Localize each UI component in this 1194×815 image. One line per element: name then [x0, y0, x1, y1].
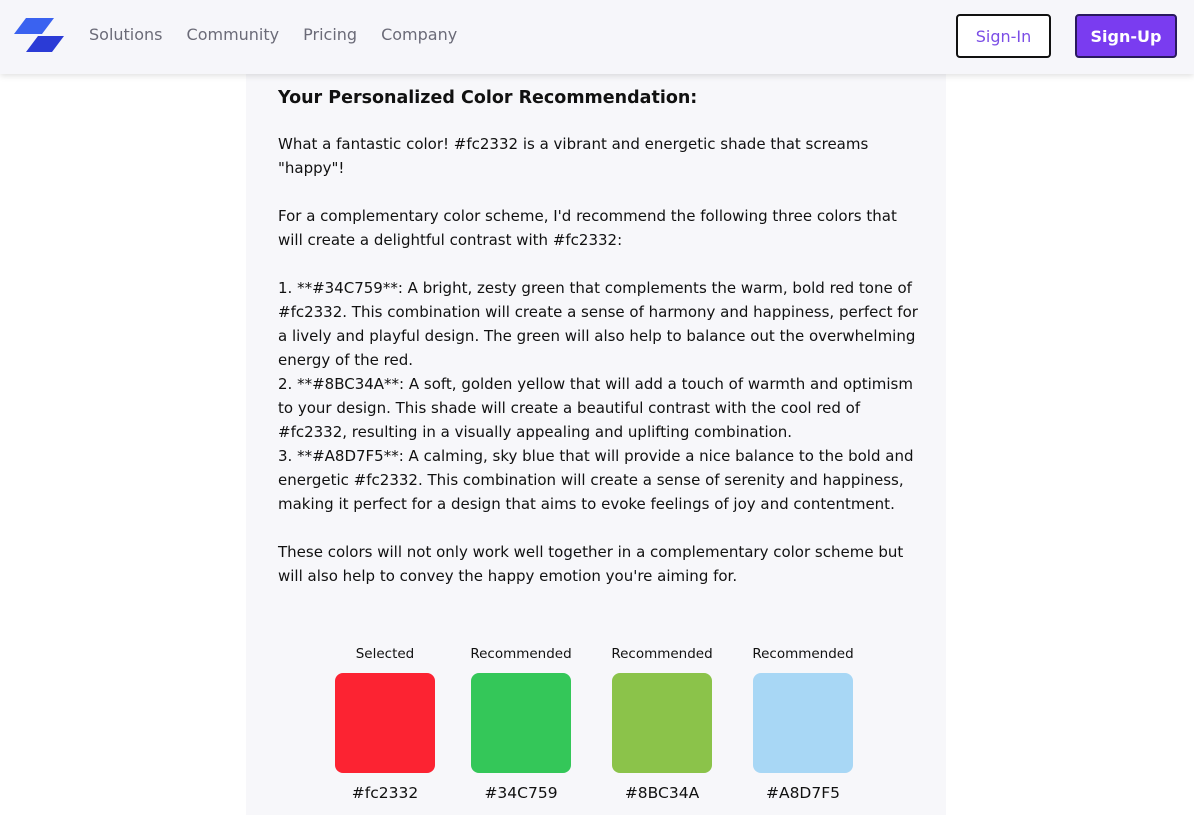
sign-up-button[interactable]: Sign-Up	[1075, 14, 1177, 58]
top-navigation-bar: Solutions Community Pricing Company Sign…	[0, 0, 1194, 74]
closing-paragraph: These colors will not only work well tog…	[278, 543, 904, 585]
recommendation-title: Your Personalized Color Recommendation:	[278, 88, 698, 108]
nav-link-community[interactable]: Community	[187, 24, 280, 46]
swatch-selected: Selected #fc2332	[325, 646, 445, 803]
intro-paragraph: What a fantastic color! #fc2332 is a vib…	[278, 135, 869, 177]
color-swatch-box[interactable]	[335, 673, 435, 773]
brand-logo-icon[interactable]	[14, 18, 66, 54]
swatch-hex-code: #A8D7F5	[765, 784, 841, 802]
swatch-label: Selected	[355, 646, 415, 662]
swatch-hex-code: #fc2332	[351, 784, 419, 802]
swatch-label: Recommended	[611, 646, 713, 662]
nav-link-company[interactable]: Company	[381, 24, 457, 46]
swatch-recommended-2: Recommended #8BC34A	[602, 646, 722, 803]
nav-link-pricing[interactable]: Pricing	[303, 24, 357, 46]
recommendation-item: 3. **#A8D7F5**: A calming, sky blue that…	[278, 447, 914, 513]
swatch-label: Recommended	[470, 646, 572, 662]
nav-link-solutions[interactable]: Solutions	[89, 24, 163, 46]
swatch-hex-code: #34C759	[484, 784, 558, 802]
sign-in-button[interactable]: Sign-In	[956, 14, 1051, 58]
color-swatch-box[interactable]	[612, 673, 712, 773]
recommendation-item: 1. **#34C759**: A bright, zesty green th…	[278, 279, 918, 369]
swatch-label: Recommended	[752, 646, 854, 662]
color-swatches: Selected #fc2332 Recommended #34C759 Rec…	[334, 646, 874, 806]
recommendation-card: Your Personalized Color Recommendation: …	[246, 74, 946, 815]
color-swatch-box[interactable]	[753, 673, 853, 773]
recommendation-body: What a fantastic color! #fc2332 is a vib…	[278, 132, 918, 612]
recommendation-item: 2. **#8BC34A**: A soft, golden yellow th…	[278, 375, 913, 441]
main-nav: Solutions Community Pricing Company	[89, 24, 481, 46]
lead-paragraph: For a complementary color scheme, I'd re…	[278, 207, 897, 249]
swatch-recommended-1: Recommended #34C759	[461, 646, 581, 803]
color-swatch-box[interactable]	[471, 673, 571, 773]
swatch-recommended-3: Recommended #A8D7F5	[743, 646, 863, 803]
swatch-hex-code: #8BC34A	[624, 784, 700, 802]
